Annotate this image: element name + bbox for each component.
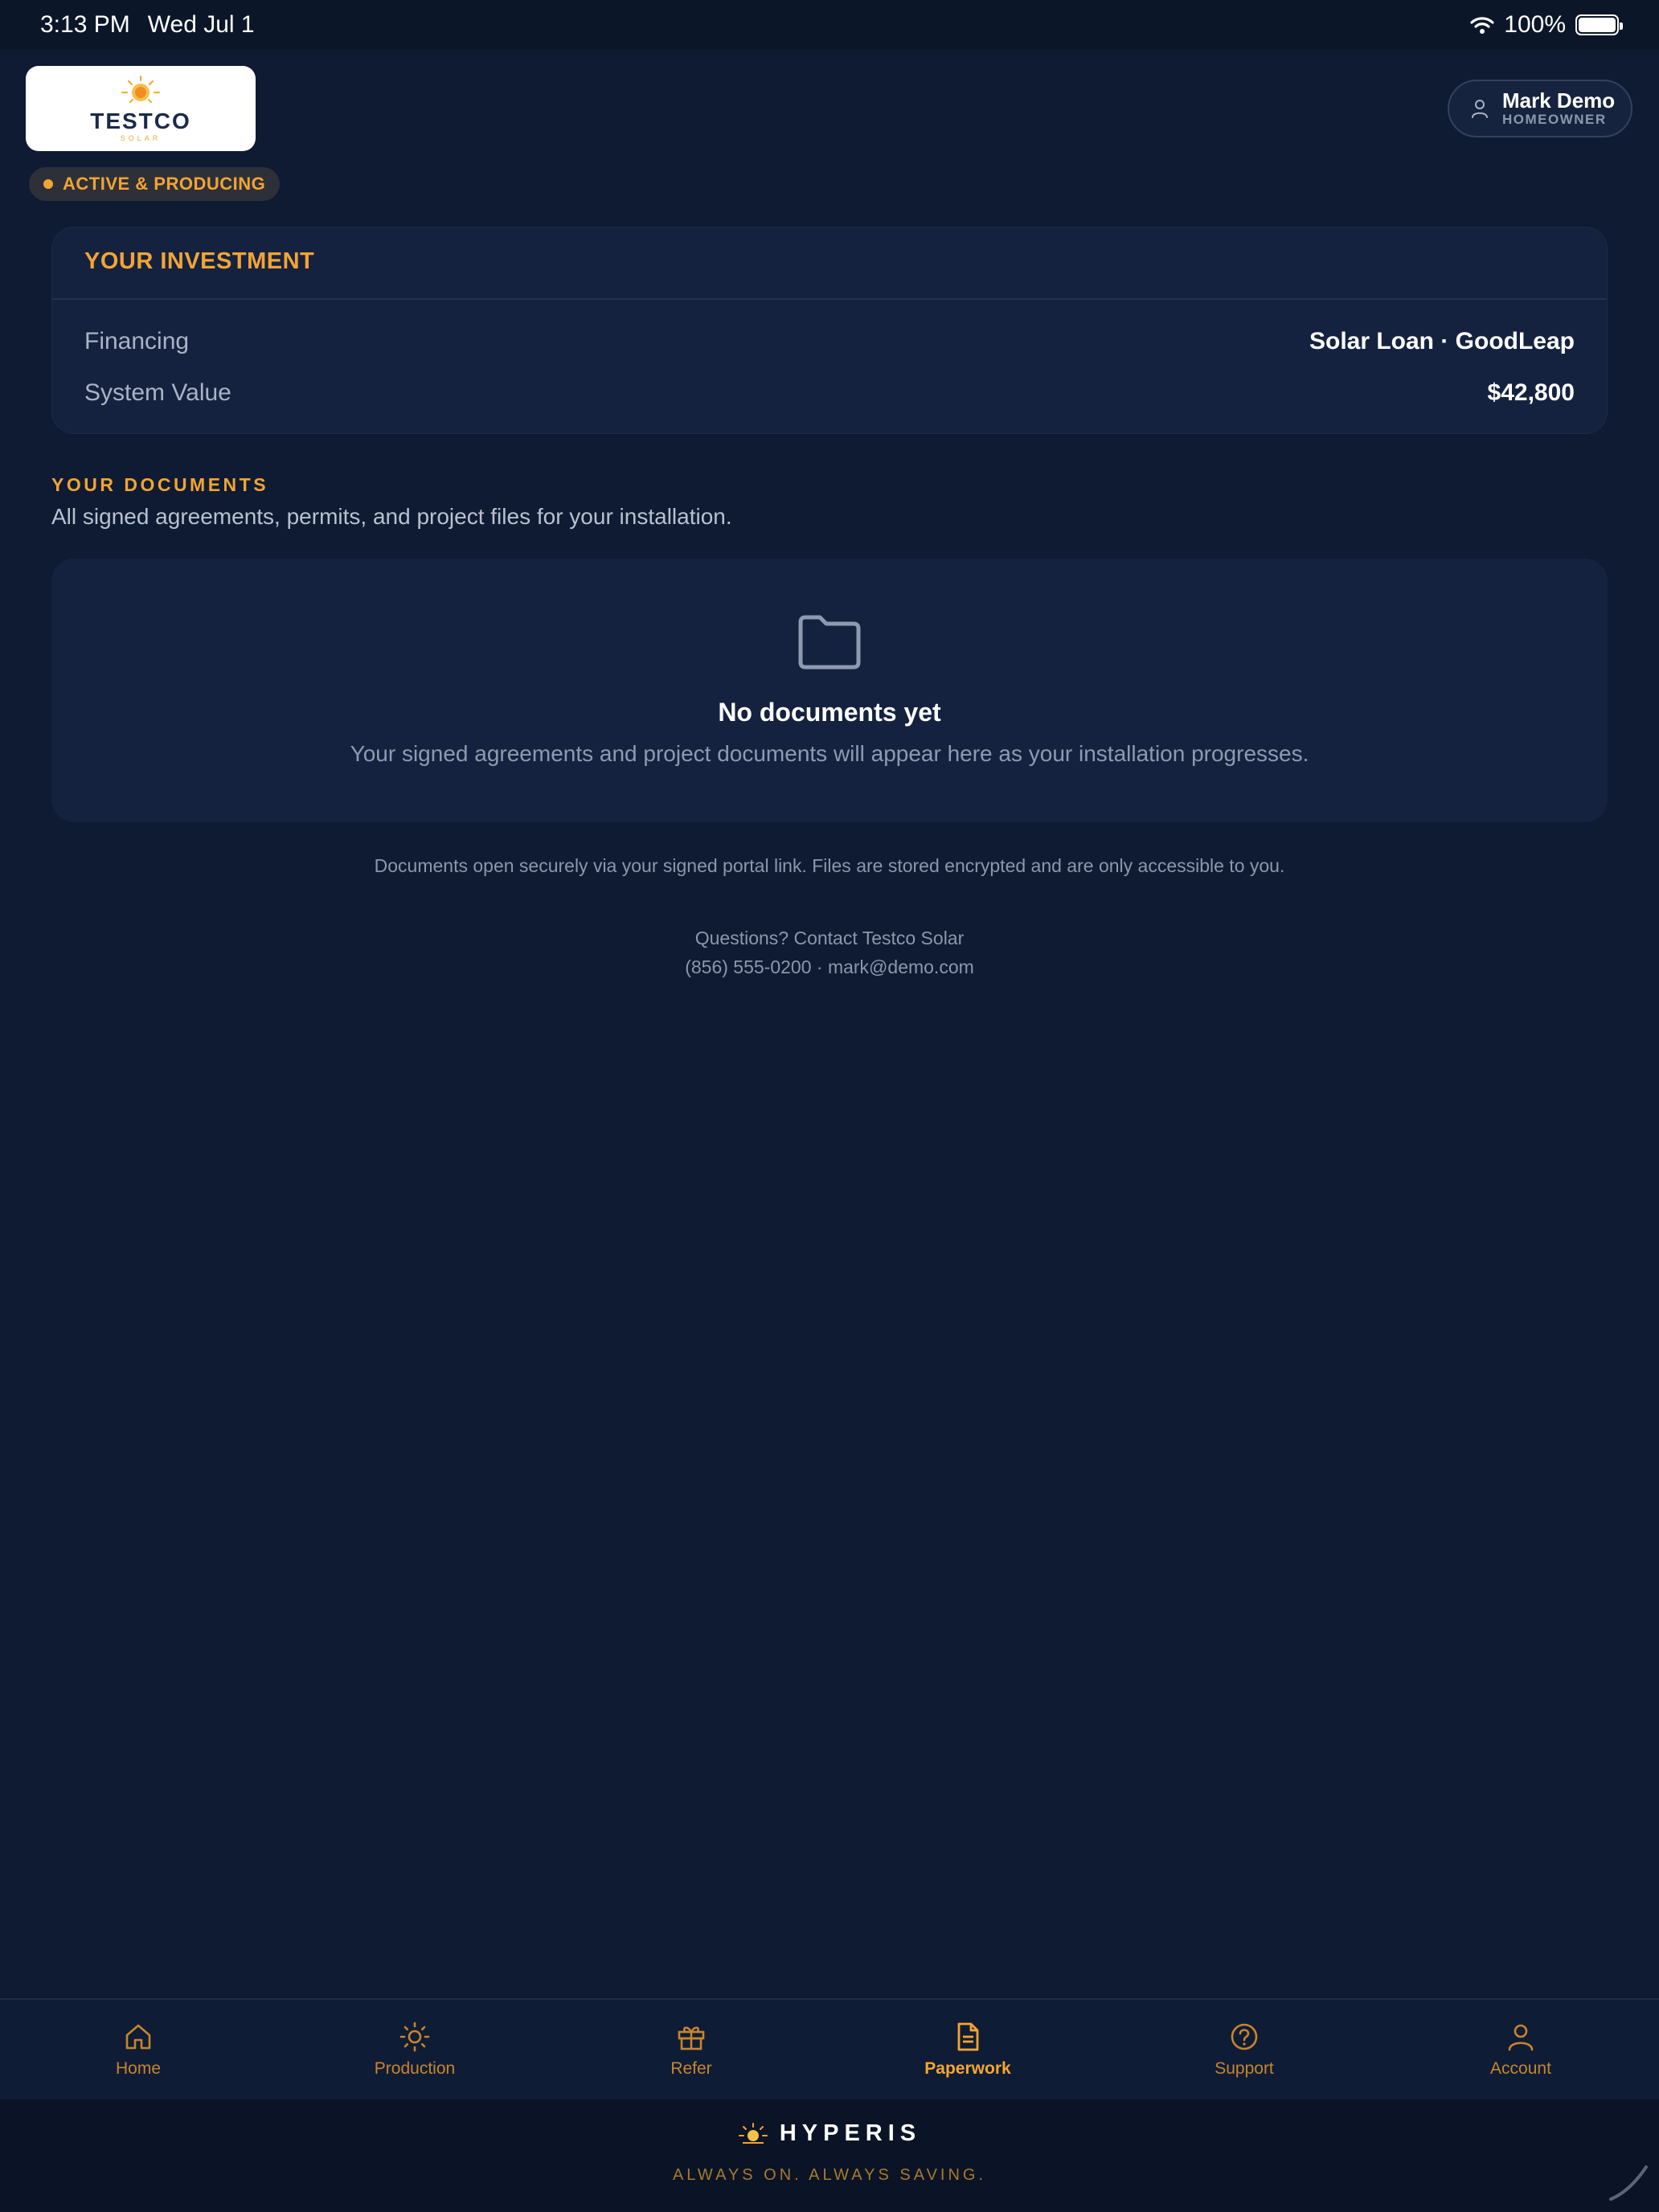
empty-state-message: Your signed agreements and project docum… — [350, 741, 1309, 766]
tab-production-label: Production — [374, 2059, 456, 2078]
security-note: Documents open securely via your signed … — [374, 855, 1285, 876]
home-icon — [125, 2024, 151, 2050]
user-name: Mark Demo — [1502, 88, 1616, 113]
tab-account-label: Account — [1490, 2059, 1551, 2078]
status-badge-label: ACTIVE & PRODUCING — [63, 174, 266, 194]
system-status-badge: ACTIVE & PRODUCING — [29, 167, 281, 201]
tab-refer[interactable]: Refer — [553, 2000, 830, 2099]
user-role: HOMEOWNER — [1502, 112, 1607, 128]
investment-card: YOUR INVESTMENT Financing Solar Loan · G… — [51, 227, 1608, 434]
documents-empty-card — [51, 559, 1608, 822]
document-icon — [957, 2022, 979, 2051]
status-dot-icon — [43, 179, 53, 189]
brand-name: HYPERIS — [779, 2120, 922, 2146]
tab-home[interactable]: Home — [0, 2000, 276, 2099]
help-circle-icon — [1231, 2023, 1258, 2050]
bottom-tab-bar: Home Production Refer Paperwork Support … — [0, 1998, 1659, 2099]
company-logo: TESTCO SOLAR — [26, 66, 256, 151]
financing-label: Financing — [84, 328, 190, 354]
status-date: Wed Jul 1 — [147, 11, 255, 38]
brand-footer: HYPERIS ALWAYS ON. ALWAYS SAVING. — [0, 2099, 1659, 2212]
documents-subheading: All signed agreements, permits, and proj… — [51, 504, 732, 529]
gift-icon — [678, 2026, 705, 2050]
battery-icon — [1575, 14, 1623, 35]
contact-details[interactable]: (856) 555-0200 · mark@demo.com — [0, 956, 1659, 978]
user-menu-button[interactable]: Mark Demo HOMEOWNER — [1448, 80, 1632, 137]
tab-refer-label: Refer — [670, 2059, 712, 2078]
system-value-row: System Value $42,800 — [84, 373, 1575, 413]
logo-subtext: SOLAR — [120, 134, 162, 142]
empty-state-title: No documents yet — [718, 698, 941, 727]
tab-home-label: Home — [115, 2059, 162, 2078]
paperwork-screen: 3:13 PM Wed Jul 1 100% TESTCO SOLAR ACTI… — [0, 0, 1659, 2212]
sun-logo-icon — [121, 76, 160, 103]
sun-logo-icon — [738, 2122, 768, 2144]
tab-support[interactable]: Support — [1106, 2000, 1382, 2099]
tab-support-label: Support — [1215, 2059, 1274, 2078]
battery-percent: 100% — [1504, 11, 1566, 38]
contact-question: Questions? Contact Testco Solar — [694, 928, 965, 948]
logo-wordmark: TESTCO — [90, 109, 191, 133]
financing-row: Financing Solar Loan · GoodLeap — [84, 322, 1575, 362]
user-icon — [1472, 100, 1488, 118]
tab-account[interactable]: Account — [1382, 2000, 1659, 2099]
brand-tagline: ALWAYS ON. ALWAYS SAVING. — [672, 2166, 987, 2184]
documents-heading: YOUR DOCUMENTS — [51, 474, 269, 495]
folder-icon — [798, 615, 861, 670]
sun-icon — [399, 2022, 430, 2052]
wifi-icon — [1470, 17, 1494, 34]
tab-production[interactable]: Production — [276, 2000, 553, 2099]
divider — [52, 298, 1607, 300]
system-value-amount: $42,800 — [1487, 379, 1575, 406]
financing-value: Solar Loan · GoodLeap — [1309, 328, 1575, 354]
status-bar: 3:13 PM Wed Jul 1 100% — [0, 0, 1659, 50]
status-time: 3:13 PM — [40, 11, 130, 38]
scroll-indicator-icon — [1609, 2165, 1648, 2201]
investment-title: YOUR INVESTMENT — [84, 248, 315, 274]
user-icon — [1508, 2024, 1534, 2051]
system-value-label: System Value — [84, 379, 231, 406]
tab-paperwork[interactable]: Paperwork — [830, 2000, 1106, 2099]
tab-paperwork-label: Paperwork — [924, 2059, 1011, 2078]
